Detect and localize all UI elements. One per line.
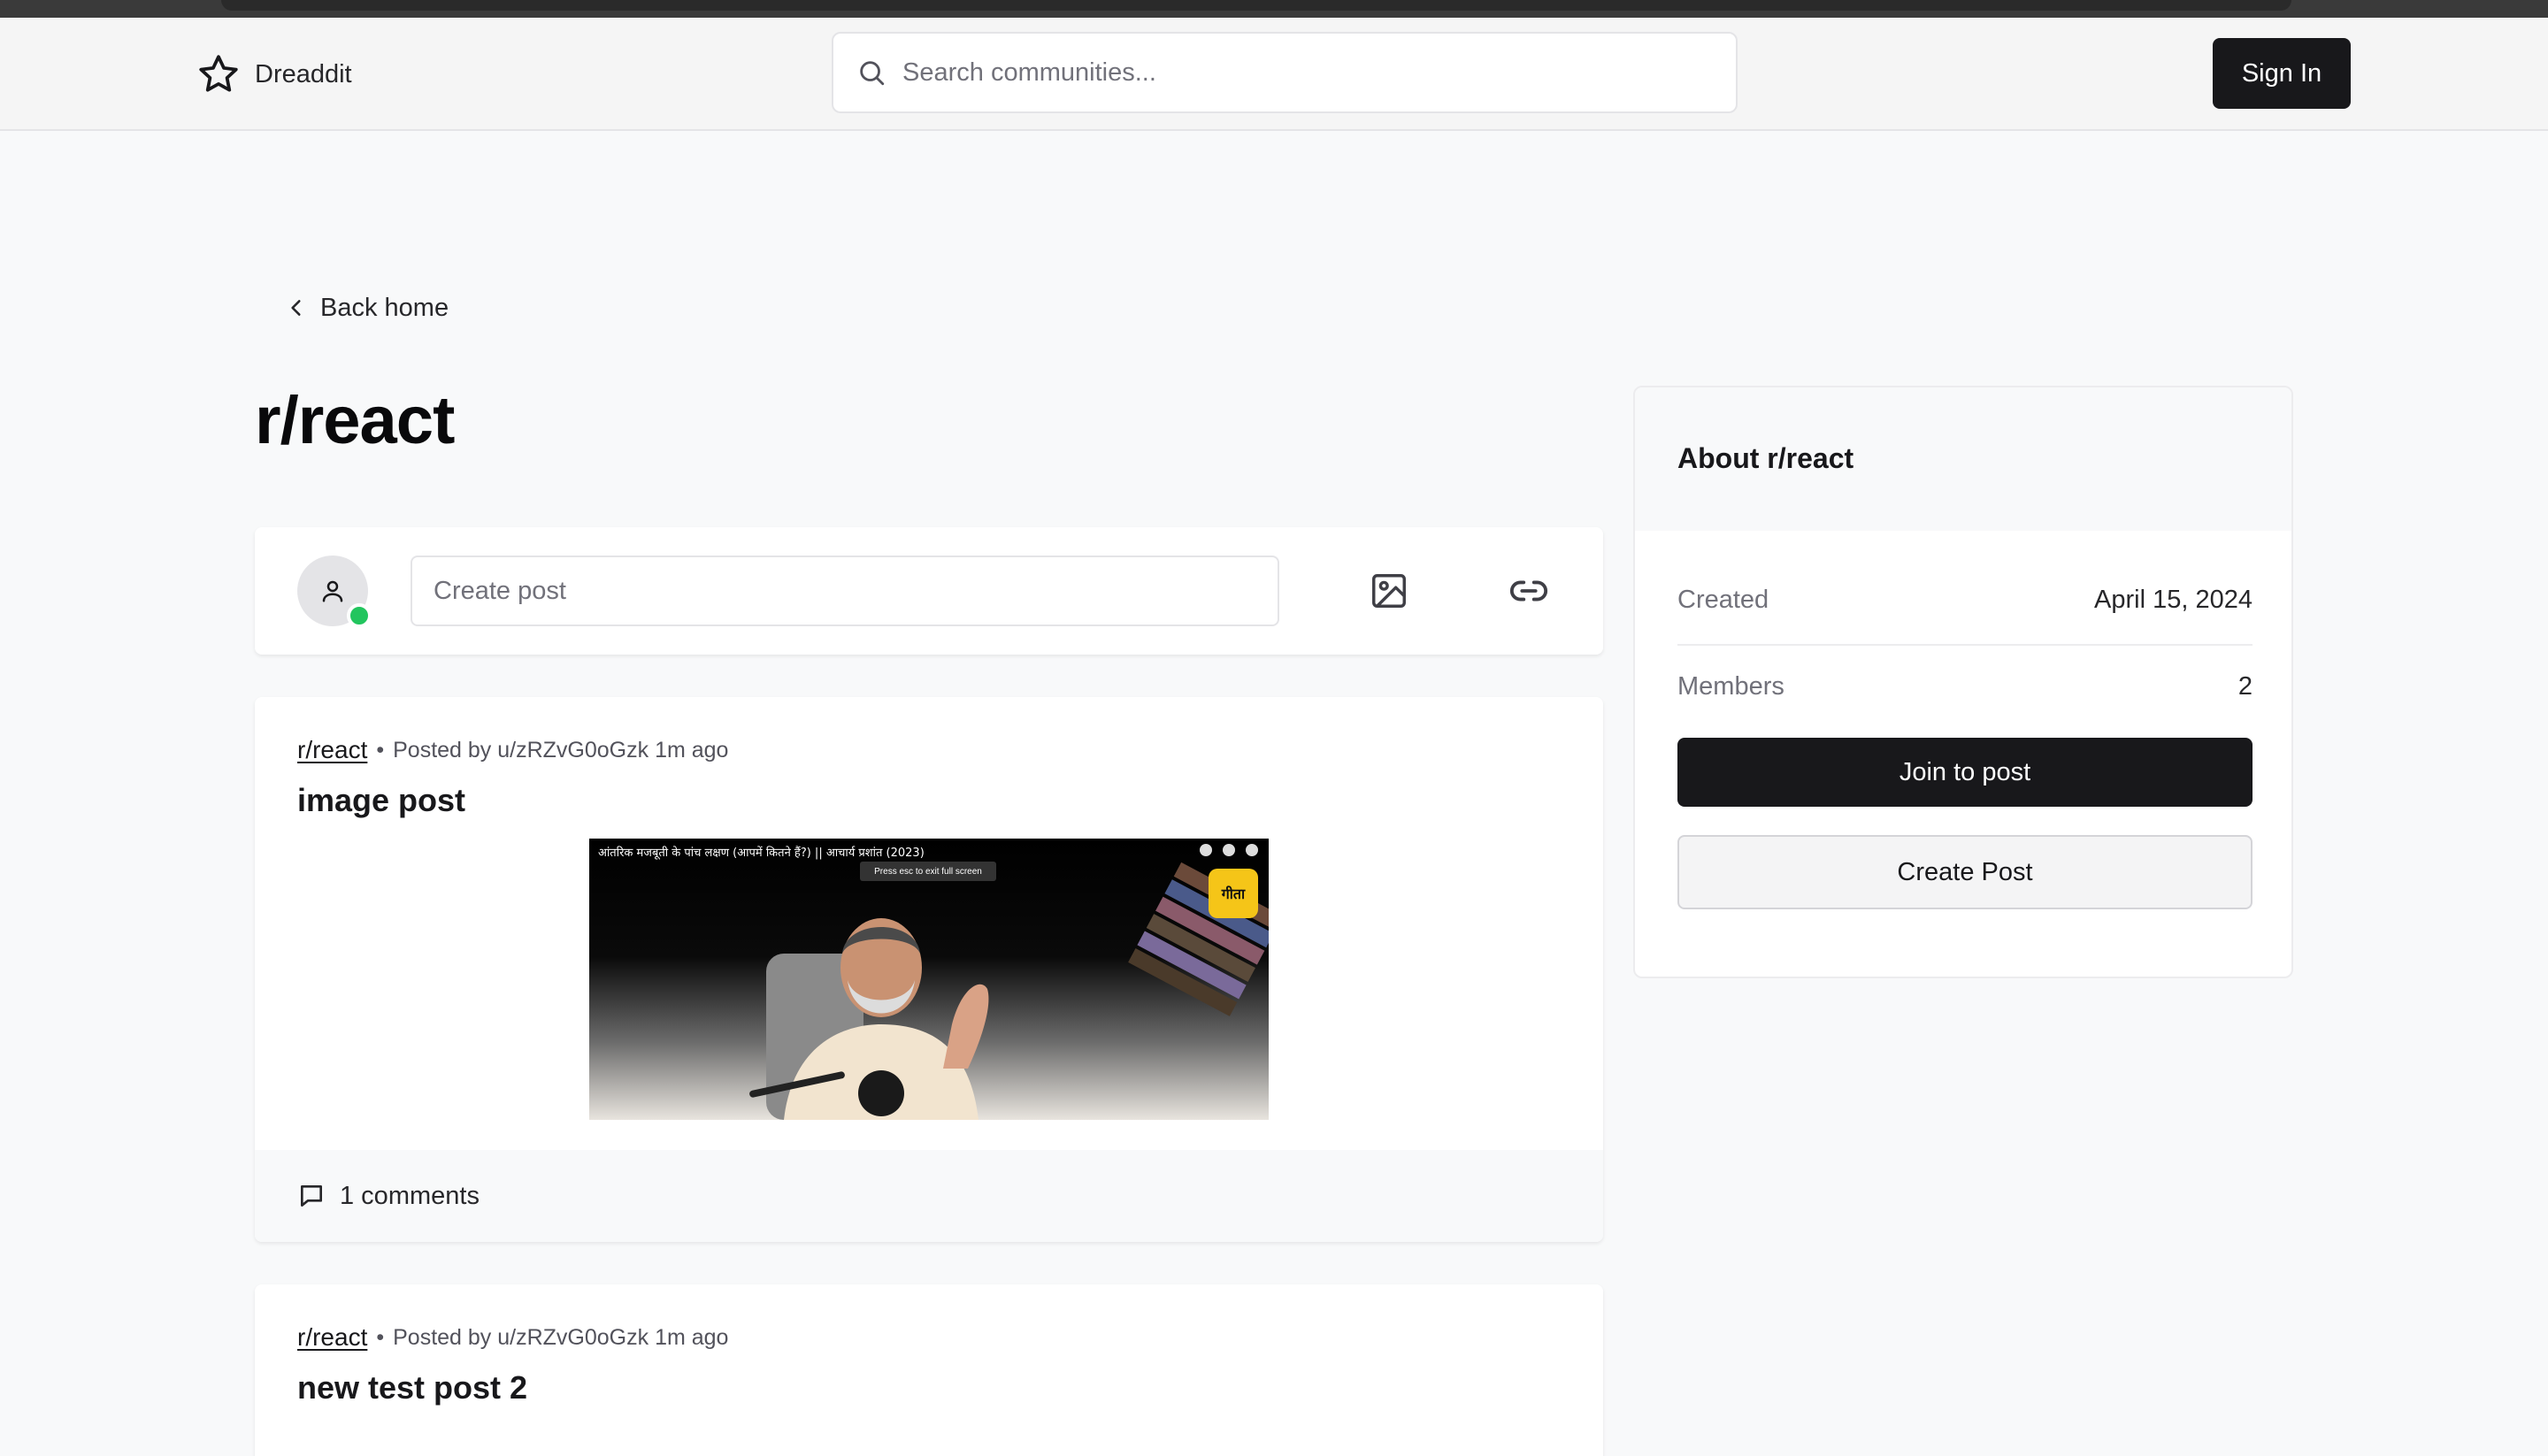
meta-separator: •: [376, 737, 385, 762]
about-title: About r/react: [1677, 442, 1854, 474]
create-post-input[interactable]: [411, 556, 1279, 626]
back-home-label: Back home: [320, 293, 449, 322]
post-byline: Posted by u/zRZvG0oGzk 1m ago: [393, 1324, 729, 1350]
add-image-button[interactable]: [1354, 556, 1424, 626]
online-status-dot: [347, 603, 372, 628]
brand-link[interactable]: Dreaddit: [196, 51, 352, 97]
about-community-card: About r/react Created April 15, 2024 Mem…: [1633, 386, 2293, 978]
join-to-post-button[interactable]: Join to post: [1677, 738, 2253, 807]
comments-link[interactable]: 1 comments: [340, 1182, 480, 1211]
browser-top-strip-inner: [221, 0, 2291, 11]
add-link-button[interactable]: [1493, 556, 1564, 626]
browser-top-strip: [0, 0, 2548, 18]
channel-badge: गीता: [1209, 869, 1258, 918]
create-post-button[interactable]: Create Post: [1677, 835, 2253, 909]
speaker-graphic: [749, 918, 989, 1120]
created-row: Created April 15, 2024: [1677, 586, 2253, 615]
subreddit-link[interactable]: r/react: [297, 1323, 367, 1352]
video-caption: आंतरिक मजबूती के पांच लक्षण (आपमें कितने…: [598, 847, 925, 860]
create-post-card: [255, 527, 1603, 655]
page-title: r/react: [255, 383, 455, 458]
created-value: April 15, 2024: [2094, 586, 2253, 614]
post-image[interactable]: आंतरिक मजबूती के पांच लक्षण (आपमें कितने…: [589, 839, 1269, 1120]
user-icon: [322, 580, 343, 602]
back-home-link[interactable]: Back home: [285, 290, 449, 326]
sign-in-button[interactable]: Sign In: [2213, 38, 2351, 109]
post-card[interactable]: r/react • Posted by u/zRZvG0oGzk 1m ago …: [255, 697, 1603, 1242]
search-icon: [860, 61, 885, 86]
members-label: Members: [1677, 672, 1784, 701]
about-divider: [1677, 644, 2253, 646]
fullscreen-hint: Press esc to exit full screen: [860, 862, 996, 881]
post-title[interactable]: image post: [297, 782, 465, 819]
image-icon: [1372, 574, 1406, 608]
search-bar[interactable]: [832, 32, 1738, 113]
brand-name: Dreaddit: [255, 59, 352, 88]
members-value: 2: [2237, 672, 2253, 701]
subreddit-link[interactable]: r/react: [297, 736, 367, 764]
star-icon: [199, 55, 238, 92]
chevron-left-icon: [291, 300, 301, 316]
about-header: About r/react: [1635, 387, 2291, 531]
comment-icon: [301, 1185, 322, 1207]
meta-separator: •: [376, 1324, 385, 1350]
post-meta: r/react • Posted by u/zRZvG0oGzk 1m ago: [297, 1323, 728, 1352]
navbar: Dreaddit Sign In: [0, 18, 2548, 131]
link-icon: [1509, 580, 1548, 602]
post-meta: r/react • Posted by u/zRZvG0oGzk 1m ago: [297, 736, 728, 764]
members-row: Members 2: [1677, 672, 2253, 701]
search-input[interactable]: [902, 57, 1699, 88]
post-byline: Posted by u/zRZvG0oGzk 1m ago: [393, 737, 729, 762]
post-card[interactable]: r/react • Posted by u/zRZvG0oGzk 1m ago …: [255, 1284, 1603, 1456]
post-title[interactable]: new test post 2: [297, 1369, 527, 1406]
video-controls: [1200, 844, 1258, 856]
created-label: Created: [1677, 586, 1769, 614]
post-footer: 1 comments: [255, 1150, 1603, 1242]
